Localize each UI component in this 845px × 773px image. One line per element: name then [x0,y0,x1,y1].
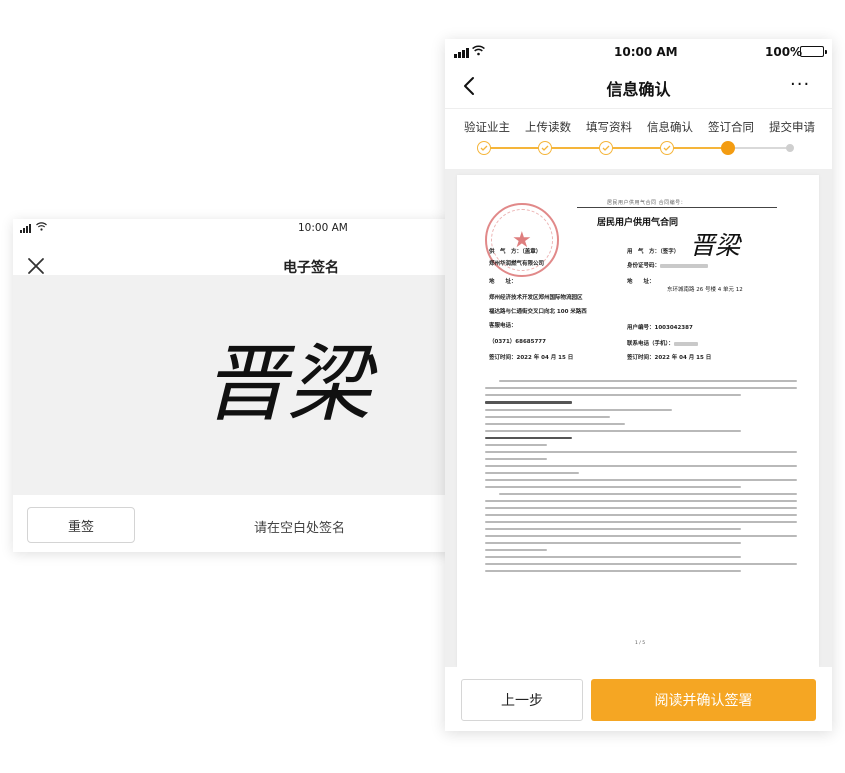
wifi-icon [36,222,47,231]
sign-date: 签订时间：2022 年 04 月 15 日 [489,355,574,361]
service-phone-label: 客服电话： [489,323,517,329]
supplier-value: 郑州华润燃气有限公司 [489,261,545,267]
contract-signature: 晋梁 [690,231,742,260]
signature-ink: 晋梁 [203,335,378,433]
status-time: 10:00 AM [298,222,348,234]
step-label: 填写资料 [586,120,632,134]
doc-header: 居民用户供用气合同 合同编号： [607,200,687,206]
supplier-address: 福达路与仁通街交叉口向北 100 米路西 [489,309,587,315]
wifi-icon [472,45,485,56]
close-icon[interactable] [25,255,47,277]
page-title: 电子签名 [283,260,339,276]
step-pending-icon [786,144,794,152]
read-and-sign-button[interactable]: 阅读并确认签署 [591,679,816,721]
status-bar: 10:00 AM [13,219,463,237]
status-time: 10:00 AM [614,45,678,59]
signal-icon [454,48,469,58]
step-current-icon [721,141,735,155]
contract-viewer[interactable]: 居民用户供用气合同 合同编号： 居民用户供用气合同 ★ 供 气 方：（盖章） 郑… [445,169,832,667]
signature-footer: 重签 请在空白处签名 [13,495,463,552]
progress-stepper: 验证业主 上传读数 填写资料 信息确认 签订合同 提交申请 [445,109,832,169]
contract-body-text [485,380,797,577]
service-phone: （0371）68685777 [489,339,546,345]
contact-phone: 联系电话（手机）： [627,339,698,347]
signature-screen: 10:00 AM 电子签名 晋梁 重签 请在空白处签名 [13,219,463,552]
nav-bar: 信息确认 ··· [445,65,832,109]
contract-page: 居民用户供用气合同 合同编号： 居民用户供用气合同 ★ 供 气 方：（盖章） 郑… [457,175,819,667]
address-label: 地 址： [627,279,655,285]
step-done-icon [538,141,552,155]
address-label: 地 址： [489,279,517,285]
signature-pad[interactable]: 晋梁 [13,275,463,495]
action-bar: 上一步 阅读并确认签署 [445,667,832,731]
more-options-icon[interactable]: ··· [790,74,810,95]
step-done-icon [477,141,491,155]
svg-text:晋梁: 晋梁 [690,231,742,260]
step-done-icon [599,141,613,155]
user-number: 用户编号：1003042387 [627,325,693,331]
signature-hint: 请在空白处签名 [254,521,346,536]
step-label: 验证业主 [464,120,510,134]
address-value: 东环城南路 26 号楼 4 单元 12 [667,287,743,293]
contract-screen: 10:00 AM 100% 信息确认 ··· 验证业主 上传读数 填写资料 信息… [445,39,832,731]
status-bar: 10:00 AM 100% [445,39,832,65]
step-label: 提交申请 [769,120,815,134]
reset-signature-button[interactable]: 重签 [27,507,135,543]
battery-percent: 100% [765,45,803,59]
supplier-address: 郑州经济技术开发区郑州国际物流园区 [489,295,583,301]
svg-text:晋梁: 晋梁 [203,335,378,433]
supplier-label: 供 气 方：（盖章） [489,249,542,255]
step-done-icon [660,141,674,155]
signal-icon [20,224,31,233]
step-label: 签订合同 [708,120,754,134]
id-label: 身份证号码： [627,261,709,269]
progress-track-pending [728,147,790,149]
battery-icon [800,46,827,57]
step-label: 上传读数 [525,120,571,134]
step-label: 信息确认 [647,120,693,134]
page-title: 信息确认 [606,80,671,99]
previous-step-button[interactable]: 上一步 [461,679,583,721]
doc-title: 居民用户供用气合同 [597,218,679,228]
consumer-label: 用 气 方：（签字） [627,249,680,255]
page-number: 1 / 5 [635,641,646,646]
sign-date: 签订时间：2022 年 04 月 15 日 [627,355,712,361]
